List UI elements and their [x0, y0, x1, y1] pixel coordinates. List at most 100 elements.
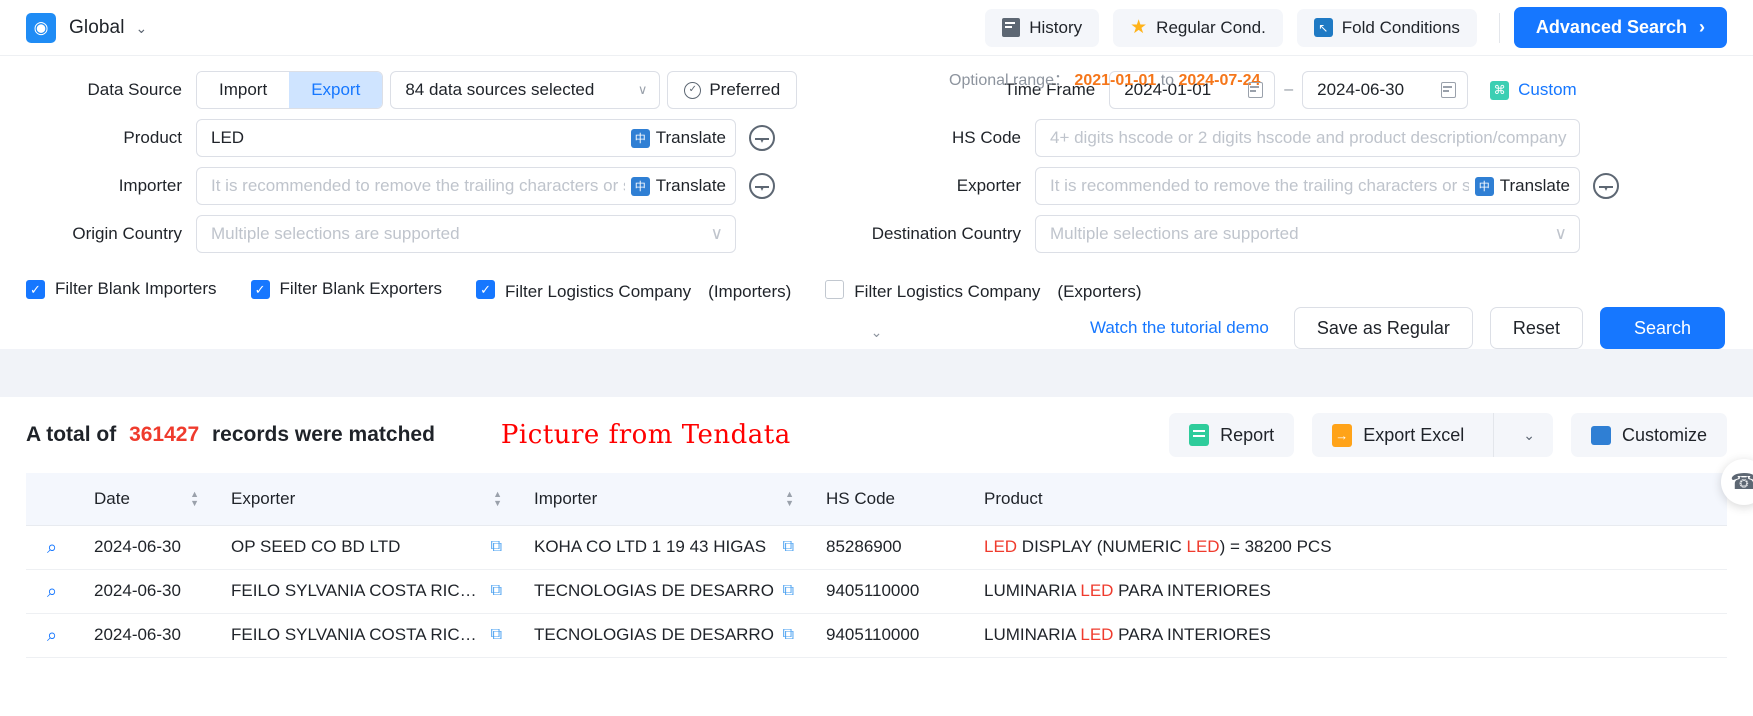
- copy-icon[interactable]: ⧉: [491, 582, 502, 600]
- destination-country-select[interactable]: Multiple selections are supported ∨: [1035, 215, 1580, 253]
- checkbox-filter-logistics-importers[interactable]: ✓ Filter Logistics Company (Importers): [476, 277, 791, 302]
- importer-label: Importer: [118, 176, 182, 195]
- row-product-cell: LED DISPLAY (NUMERIC LED) = 38200 PCS: [968, 525, 1727, 570]
- column-importer[interactable]: Importer ▲ ▼: [518, 473, 810, 526]
- row-importer-cell[interactable]: KOHA CO LTD 1 19 43 HIGAS ⧉: [518, 525, 810, 570]
- product-input[interactable]: LED 中 Translate: [196, 119, 736, 157]
- regular-cond-button[interactable]: ★ Regular Cond.: [1113, 8, 1283, 47]
- copy-icon[interactable]: ⧉: [491, 538, 502, 556]
- top-bar: ◉ Global ⌄ History ★ Regular Cond. ↖ Fol…: [0, 0, 1753, 56]
- row-date-cell: 2024-06-30: [78, 525, 215, 570]
- row-exporter-cell[interactable]: OP SEED CO BD LTD ⧉: [215, 525, 518, 570]
- toolbar-divider: [1498, 12, 1500, 43]
- importer-translate-button[interactable]: 中 Translate: [625, 176, 726, 196]
- row-hs-code-cell: 85286900: [810, 525, 968, 570]
- product-value: LED: [211, 128, 245, 147]
- column-product: Product: [968, 473, 1727, 526]
- filter-checkbox-row: ✓ Filter Blank Importers ✓ Filter Blank …: [0, 267, 1753, 311]
- checkbox-filter-blank-importers[interactable]: ✓ Filter Blank Importers: [26, 279, 217, 299]
- time-to-input[interactable]: 2024-06-30: [1302, 71, 1469, 109]
- sort-asc-icon: ▲: [493, 488, 502, 499]
- total-records: A total of 361427 records were matched: [26, 423, 435, 447]
- importer-expand-icon[interactable]: [749, 173, 775, 199]
- origin-country-select[interactable]: Multiple selections are supported ∨: [196, 215, 736, 253]
- table-row[interactable]: ⌕ 2024-06-30 FEILO SYLVANIA COSTA RICA SA ⧉…: [26, 613, 1727, 658]
- fold-conditions-button[interactable]: ↖ Fold Conditions: [1296, 8, 1477, 47]
- date-range-dash: –: [1284, 81, 1294, 98]
- advanced-search-label: Advanced Search: [1535, 17, 1687, 37]
- destination-country-label: Destination Country: [871, 224, 1021, 243]
- sort-icon[interactable]: ▲ ▼: [493, 488, 502, 507]
- checkbox-icon[interactable]: ✓: [250, 279, 270, 299]
- globe-icon: ◉: [26, 12, 56, 43]
- copy-icon[interactable]: ⧉: [783, 582, 794, 600]
- copy-icon[interactable]: ⧉: [783, 626, 794, 644]
- row-exporter-cell[interactable]: FEILO SYLVANIA COSTA RICA SA ⧉: [215, 569, 518, 614]
- row-importer-cell[interactable]: TECNOLOGIAS DE DESARRO ⧉: [518, 569, 810, 614]
- product-expand-icon[interactable]: [749, 125, 775, 151]
- chevron-down-icon[interactable]: ⌄: [136, 21, 148, 35]
- reset-button[interactable]: Reset: [1489, 307, 1583, 349]
- export-dropdown-icon[interactable]: ⌄: [1505, 427, 1553, 444]
- data-sources-select[interactable]: 84 data sources selected ∨: [390, 71, 661, 109]
- exporter-input[interactable]: It is recommended to remove the trailing…: [1035, 167, 1580, 205]
- importer-input[interactable]: It is recommended to remove the trailing…: [196, 167, 736, 205]
- search-button[interactable]: Search: [1599, 307, 1725, 349]
- search-icon[interactable]: ⌕: [47, 625, 57, 645]
- import-option[interactable]: Import: [197, 72, 290, 108]
- table-row[interactable]: ⌕ 2024-06-30 OP SEED CO BD LTD ⧉ KOHA CO LTD…: [26, 525, 1727, 570]
- custom-range-button[interactable]: ⌘ Custom: [1490, 80, 1577, 100]
- sort-icon[interactable]: ▲ ▼: [785, 489, 794, 508]
- copy-icon[interactable]: ⧉: [783, 538, 794, 556]
- results-toolbar: A total of 361427 records were matched P…: [26, 397, 1727, 473]
- data-source-toggle[interactable]: Import Export: [196, 71, 384, 109]
- checkbox-icon[interactable]: ✓: [476, 279, 496, 299]
- checkbox-icon[interactable]: [825, 279, 845, 299]
- chevron-down-icon: ∨: [710, 224, 723, 243]
- advanced-search-button[interactable]: Advanced Search ›: [1513, 7, 1727, 48]
- exporter-expand-icon[interactable]: [1593, 173, 1619, 199]
- custom-icon: ⌘: [1490, 80, 1510, 100]
- row-view-cell[interactable]: ⌕: [26, 525, 78, 570]
- translate-label: Translate: [655, 128, 726, 147]
- hs-code-label: HS Code: [952, 128, 1021, 147]
- collapse-panel-handle[interactable]: ⌄: [827, 324, 926, 350]
- translate-label: Translate: [655, 176, 726, 195]
- row-exporter-cell[interactable]: FEILO SYLVANIA COSTA RICA SA ⧉: [215, 613, 518, 658]
- region-label[interactable]: Global: [69, 17, 125, 39]
- origin-country-label: Origin Country: [72, 224, 182, 243]
- column-exporter[interactable]: Exporter ▲ ▼: [215, 473, 518, 526]
- preferred-button[interactable]: ✓ Preferred: [667, 71, 798, 109]
- origin-country-placeholder: Multiple selections are supported: [211, 224, 460, 243]
- export-option[interactable]: Export: [289, 72, 383, 108]
- row-view-cell[interactable]: ⌕: [26, 613, 78, 658]
- product-translate-button[interactable]: 中 Translate: [625, 128, 726, 148]
- copy-icon[interactable]: ⧉: [491, 626, 502, 644]
- report-button[interactable]: Report: [1169, 413, 1295, 457]
- checkbox-filter-logistics-exporters[interactable]: Filter Logistics Company (Exporters): [825, 277, 1142, 302]
- checkbox-filter-blank-exporters[interactable]: ✓ Filter Blank Exporters: [250, 279, 442, 299]
- row-importer-cell[interactable]: TECNOLOGIAS DE DESARRO ⧉: [518, 613, 810, 658]
- row-view-cell[interactable]: ⌕: [26, 569, 78, 614]
- export-excel-button[interactable]: Export Excel ⌄: [1312, 413, 1553, 457]
- watermark-text: Picture from Tendata: [500, 420, 791, 450]
- customize-button[interactable]: Customize: [1570, 413, 1727, 457]
- table-row[interactable]: ⌕ 2024-06-30 FEILO SYLVANIA COSTA RICA SA ⧉…: [26, 569, 1727, 614]
- search-icon[interactable]: ⌕: [47, 537, 57, 557]
- row-product-cell: LUMINARIA LED PARA INTERIORES: [968, 569, 1727, 614]
- star-icon: ★: [1130, 17, 1148, 38]
- history-button[interactable]: History: [985, 8, 1100, 47]
- sort-desc-icon: ▼: [785, 497, 794, 508]
- column-date[interactable]: Date ▲ ▼: [78, 473, 215, 526]
- column-hs-code: HS Code: [810, 473, 968, 526]
- checkbox-icon[interactable]: ✓: [26, 279, 45, 299]
- checkbox-label: Filter Logistics Company (Importers): [505, 281, 792, 301]
- tutorial-link[interactable]: Watch the tutorial demo: [1090, 318, 1269, 338]
- exporter-translate-button[interactable]: 中 Translate: [1469, 176, 1570, 196]
- save-as-regular-button[interactable]: Save as Regular: [1293, 307, 1473, 349]
- sort-asc-icon: ▲: [190, 488, 199, 499]
- search-icon[interactable]: ⌕: [47, 581, 57, 601]
- row-importer: Importer It is recommended to remove the…: [0, 162, 1753, 210]
- hs-code-input[interactable]: 4+ digits hscode or 2 digits hscode and …: [1035, 119, 1580, 157]
- sort-icon[interactable]: ▲ ▼: [190, 488, 199, 507]
